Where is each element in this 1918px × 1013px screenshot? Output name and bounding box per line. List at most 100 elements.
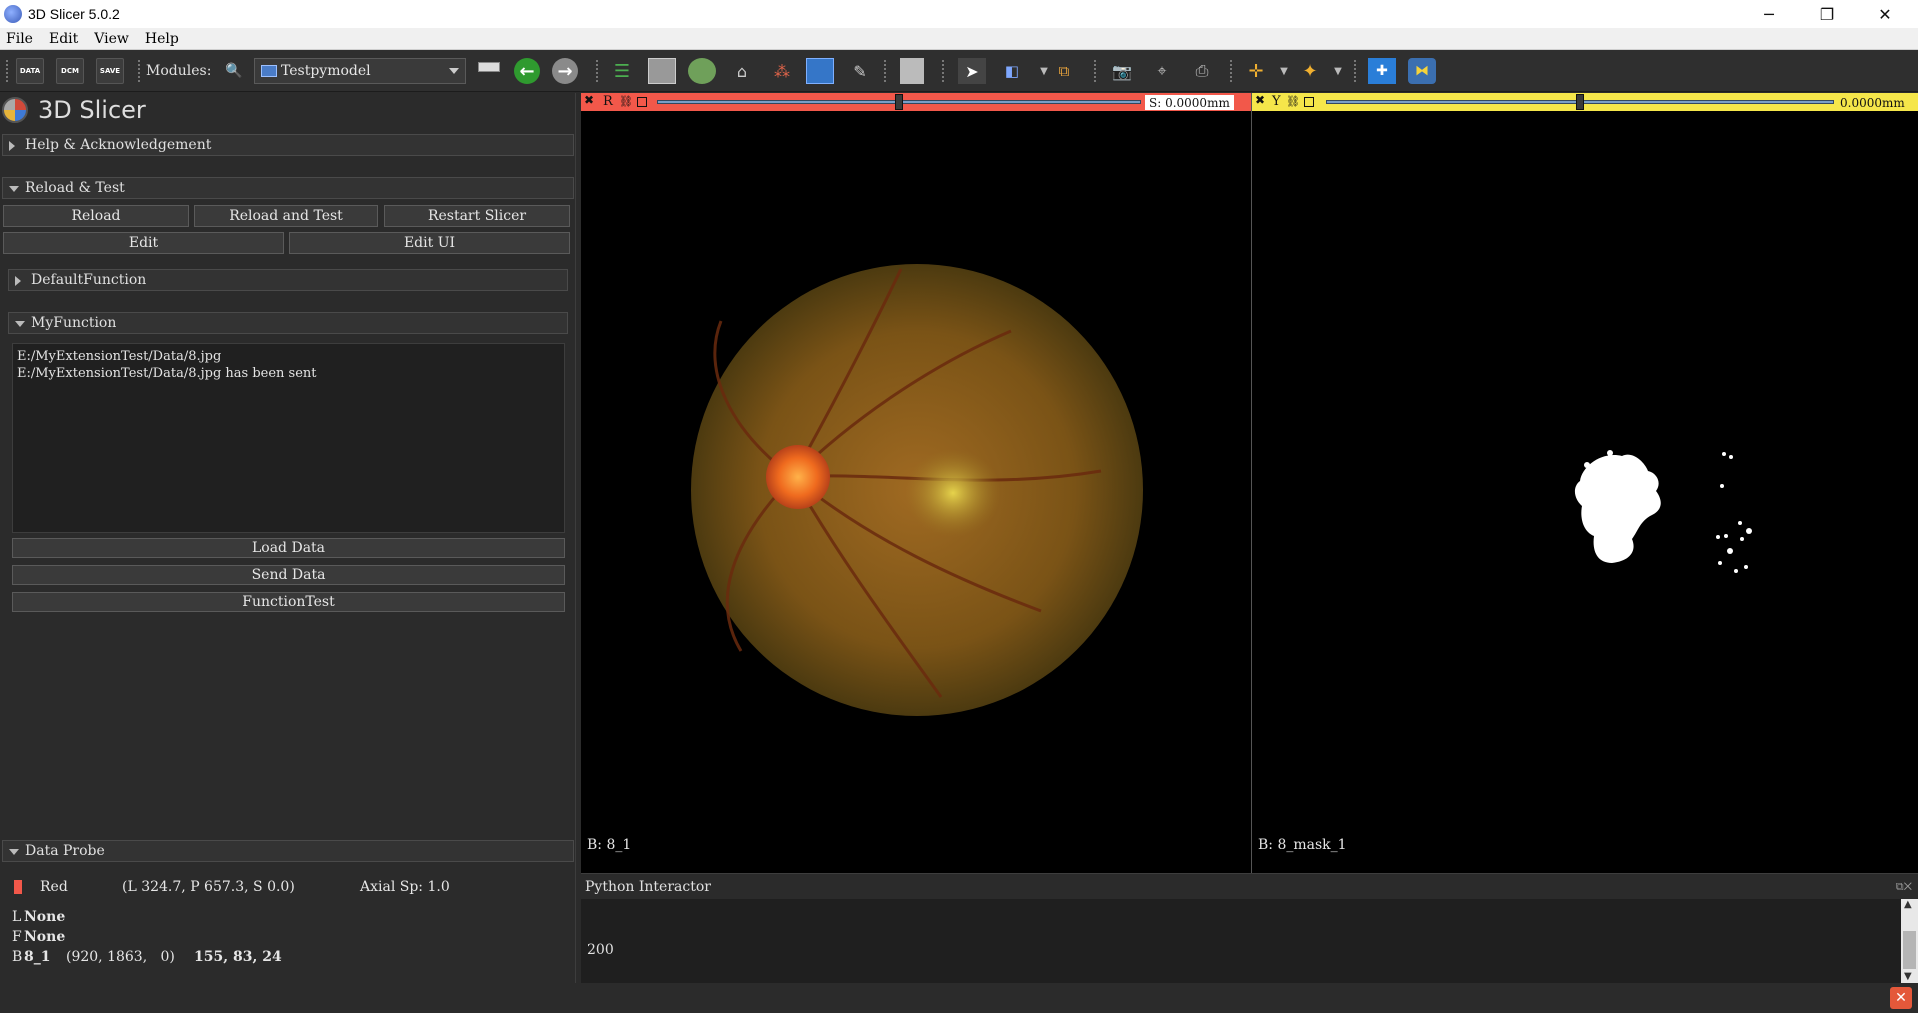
optic-disc — [766, 445, 830, 509]
red-offset-value[interactable]: S: 0.0000mm — [1145, 95, 1234, 110]
mask-image — [1574, 450, 1752, 573]
chevron-down-icon[interactable]: ▼ — [1324, 58, 1352, 84]
yellow-slider-handle[interactable] — [1576, 94, 1584, 110]
volumes-module-icon[interactable] — [648, 58, 676, 84]
capture-icon[interactable]: ⎙ — [1188, 58, 1216, 84]
yellow-offset-value[interactable]: 0.0000mm — [1836, 95, 1909, 110]
minimize-button[interactable]: ─ — [1740, 0, 1798, 28]
editor-pen-icon[interactable]: ✎ — [846, 58, 874, 84]
yellow-slice-controller: ✖ Y ⛓ 0.0000mm — [1252, 93, 1918, 111]
close-button[interactable]: ✕ — [1856, 0, 1914, 28]
module-panel: 3D Slicer Help & Acknowledgement Reload … — [0, 93, 580, 1013]
scene-view-icon[interactable]: ⌖ — [1148, 58, 1176, 84]
maximize-view-icon[interactable] — [637, 97, 647, 107]
menu-view[interactable]: View — [86, 31, 137, 47]
yellow-view-letter: Y — [1272, 94, 1281, 109]
red-slider-handle[interactable] — [895, 94, 903, 110]
section-default-function[interactable]: DefaultFunction — [8, 269, 568, 291]
log-line: E:/MyExtensionTest/Data/8.jpg — [17, 349, 222, 364]
function-test-button[interactable]: FunctionTest — [12, 592, 565, 612]
section-help-acknowledgement[interactable]: Help & Acknowledgement — [2, 134, 574, 156]
red-view-swatch — [14, 880, 22, 894]
scroll-down-icon[interactable]: ▼ — [1904, 971, 1912, 982]
load-data-button[interactable]: Load Data — [12, 538, 565, 558]
menu-bar: File Edit View Help — [0, 28, 1918, 50]
red-slice-controller: ✖ R ⛓ S: 0.0000mm — [581, 93, 1251, 111]
menu-edit[interactable]: Edit — [41, 31, 86, 47]
pin-icon[interactable]: ✖ — [1255, 93, 1265, 107]
python-console-scrollbar[interactable]: ▲ ▼ — [1901, 899, 1918, 983]
models-module-icon[interactable] — [688, 58, 716, 84]
forward-arrow-icon[interactable]: → — [552, 58, 578, 84]
section-reload-test[interactable]: Reload & Test — [2, 177, 574, 199]
probe-layer-l-prefix: L — [12, 909, 22, 925]
section-my-function[interactable]: MyFunction — [8, 312, 568, 334]
data-module-icon[interactable]: ☰ — [608, 58, 636, 84]
dcm-button[interactable]: DCM — [56, 58, 84, 84]
menu-file[interactable]: File — [0, 31, 41, 47]
module-selector[interactable]: Testpymodel — [254, 58, 466, 84]
pin-icon[interactable]: ✖ — [584, 93, 594, 107]
chevron-down-icon — [449, 68, 459, 74]
toolbar-grip[interactable] — [138, 60, 142, 82]
toolbar-grip[interactable] — [1230, 60, 1234, 82]
toolbar-grip[interactable] — [6, 60, 10, 82]
window-title: 3D Slicer 5.0.2 — [28, 6, 120, 22]
probe-layer-b-prefix: B — [12, 949, 23, 965]
segment-editor-icon[interactable] — [806, 58, 834, 84]
edit-ui-button[interactable]: Edit UI — [289, 232, 570, 254]
scroll-up-icon[interactable]: ▲ — [1904, 899, 1912, 910]
module-search-icon[interactable]: 🔍 — [220, 58, 248, 84]
transforms-module-icon[interactable]: ⌂ — [728, 58, 756, 84]
layout-icon[interactable] — [900, 58, 924, 84]
data-button[interactable]: DATA — [16, 58, 44, 84]
restore-button[interactable]: ❐ — [1798, 0, 1856, 28]
back-arrow-icon[interactable]: ← — [514, 58, 540, 84]
screenshot-icon[interactable]: 📷 — [1108, 58, 1136, 84]
python-console[interactable]: 200 — [581, 899, 1901, 983]
module-selected-label: Testpymodel — [281, 63, 371, 79]
maximize-view-icon[interactable] — [1304, 97, 1314, 107]
log-line: E:/MyExtensionTest/Data/8.jpg has been s… — [17, 366, 317, 381]
expand-arrow-icon — [15, 276, 21, 286]
error-log-icon[interactable]: ✕ — [1890, 987, 1912, 1009]
link-icon[interactable]: ⛓ — [1286, 95, 1300, 108]
link-icon[interactable]: ⛓ — [619, 95, 633, 108]
yellow-view-background-label: B: 8_mask_1 — [1258, 837, 1347, 853]
scroll-thumb[interactable] — [1903, 931, 1916, 969]
crosshair-icon[interactable]: ✛ — [1242, 58, 1270, 84]
reload-button[interactable]: Reload — [3, 205, 189, 227]
probe-layer-l-value: None — [24, 909, 66, 925]
view-link-icon[interactable]: ⧉ — [1050, 58, 1078, 84]
save-button[interactable]: SAVE — [96, 58, 124, 84]
restart-slicer-button[interactable]: Restart Slicer — [384, 205, 570, 227]
toolbar-grip[interactable] — [942, 60, 946, 82]
slicer-brand: 3D Slicer — [2, 95, 146, 125]
menu-help[interactable]: Help — [137, 31, 187, 47]
collapse-arrow-icon — [15, 321, 25, 327]
edit-button[interactable]: Edit — [3, 232, 284, 254]
reload-and-test-button[interactable]: Reload and Test — [194, 205, 378, 227]
chevron-down-icon[interactable]: ▼ — [1270, 58, 1298, 84]
markups-module-icon[interactable]: ⁂ — [768, 58, 796, 84]
toolbar-grip[interactable] — [884, 60, 888, 82]
yellow-slice-view[interactable]: B: 8_mask_1 — [1252, 111, 1918, 873]
log-output-box[interactable]: E:/MyExtensionTest/Data/8.jpg E:/MyExten… — [12, 343, 565, 533]
section-data-probe[interactable]: Data Probe — [2, 840, 574, 862]
send-data-button[interactable]: Send Data — [12, 565, 565, 585]
window-level-icon[interactable]: ◧ — [998, 58, 1026, 84]
toolbar-grip[interactable] — [1354, 60, 1358, 82]
slicer-app-icon — [4, 5, 22, 23]
python-console-icon[interactable]: ⧓ — [1408, 58, 1436, 84]
status-bar: ✕ — [0, 983, 1918, 1013]
toolbar-grip[interactable] — [1094, 60, 1098, 82]
toolbar-grip[interactable] — [596, 60, 600, 82]
dock-float-icon[interactable]: ⧉✕ — [1896, 880, 1912, 894]
place-fiducial-icon[interactable]: ✦ — [1296, 58, 1324, 84]
module-history-icon[interactable] — [478, 62, 500, 72]
mouse-pointer-icon[interactable]: ➤ — [958, 58, 986, 84]
extensions-manager-icon[interactable]: ✚ — [1368, 58, 1396, 84]
expand-arrow-icon — [9, 141, 15, 151]
red-slice-view[interactable]: B: 8_1 — [581, 111, 1251, 873]
probe-layer-f-value: None — [24, 929, 66, 945]
